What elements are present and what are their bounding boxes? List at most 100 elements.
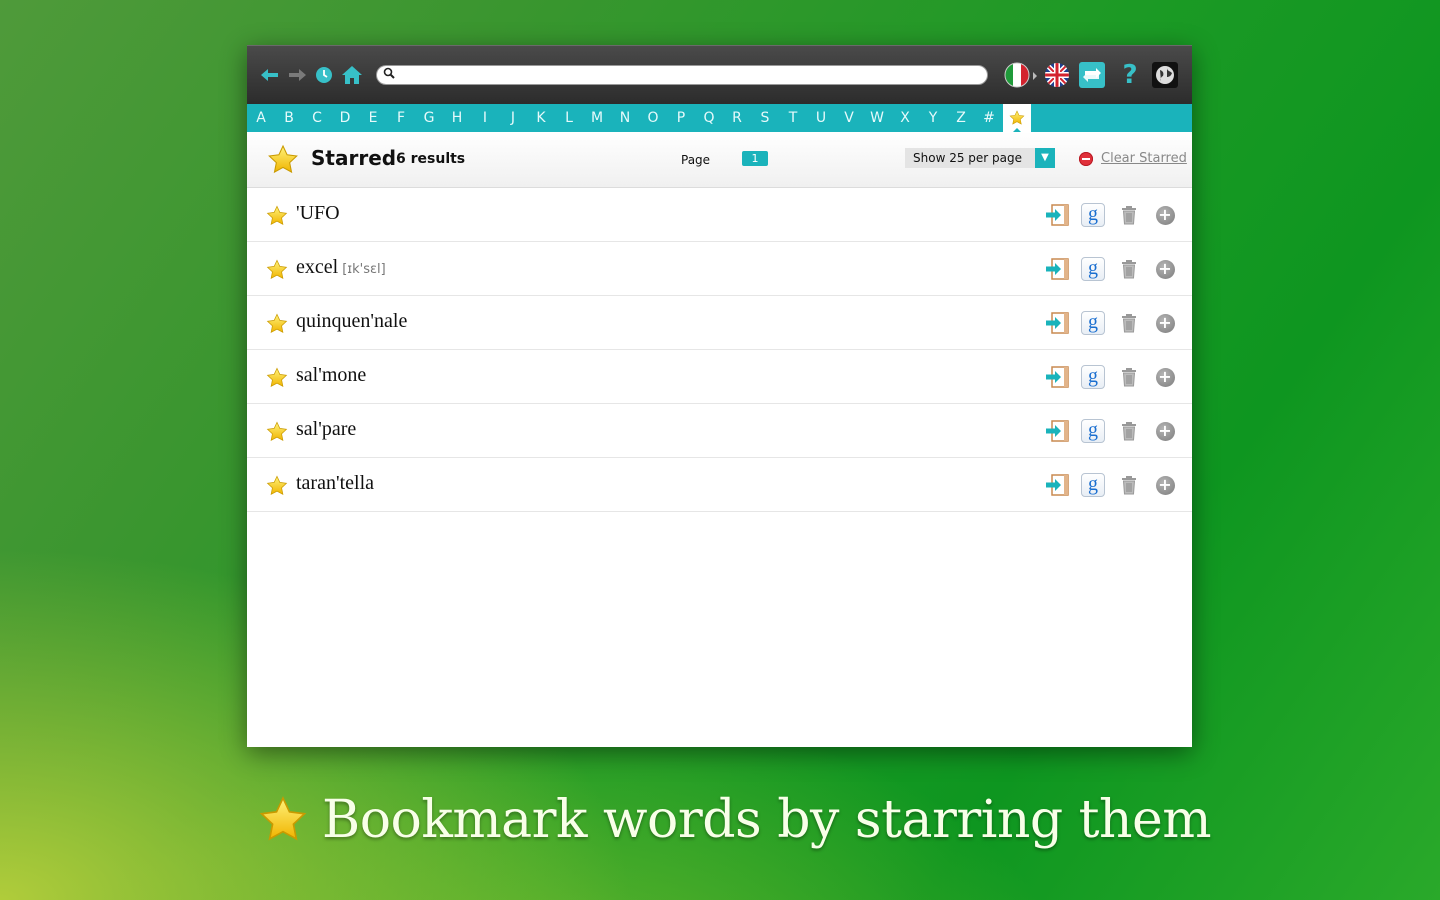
letter-tab-h[interactable]: H (443, 104, 471, 132)
google-search-icon[interactable]: g (1080, 472, 1106, 498)
uk-flag-icon[interactable] (1042, 62, 1072, 88)
list-item[interactable]: 'UFO g + (247, 188, 1192, 242)
google-search-icon[interactable]: g (1080, 418, 1106, 444)
letter-tab-m[interactable]: M (583, 104, 611, 132)
letter-tab-q[interactable]: Q (695, 104, 723, 132)
swap-languages-icon[interactable] (1079, 62, 1105, 88)
letter-tab-l[interactable]: L (555, 104, 583, 132)
list-item[interactable]: sal'mone g + (247, 350, 1192, 404)
trash-icon[interactable] (1116, 310, 1142, 336)
caption-star-icon (258, 795, 308, 845)
letter-tab-b[interactable]: B (275, 104, 303, 132)
row-actions: g + (1044, 310, 1178, 336)
add-icon[interactable]: + (1152, 310, 1178, 336)
word-entry[interactable]: excel [ɪk'sɛl] (296, 256, 386, 279)
word-text: excel (296, 256, 339, 278)
google-search-icon[interactable]: g (1080, 256, 1106, 282)
letter-tab-u[interactable]: U (807, 104, 835, 132)
open-entry-icon[interactable] (1044, 310, 1070, 336)
star-icon[interactable] (266, 475, 288, 497)
add-icon[interactable]: + (1152, 472, 1178, 498)
open-entry-icon[interactable] (1044, 256, 1070, 282)
open-entry-icon[interactable] (1044, 364, 1070, 390)
trash-icon[interactable] (1116, 472, 1142, 498)
chevron-down-icon[interactable]: ▼ (1035, 148, 1055, 168)
list-item[interactable]: sal'pare g + (247, 404, 1192, 458)
letter-tab-d[interactable]: D (331, 104, 359, 132)
star-icon[interactable] (266, 259, 288, 281)
letter-tab-g[interactable]: G (415, 104, 443, 132)
home-icon[interactable] (339, 62, 365, 88)
word-entry[interactable]: sal'mone (296, 364, 366, 387)
per-page-label: Show 25 per page (913, 151, 1022, 165)
letter-tab-e[interactable]: E (359, 104, 387, 132)
globe-icon[interactable] (1152, 62, 1178, 88)
row-actions: g + (1044, 364, 1178, 390)
trash-icon[interactable] (1116, 364, 1142, 390)
google-search-icon[interactable]: g (1080, 364, 1106, 390)
list-item[interactable]: taran'tella g + (247, 458, 1192, 512)
letter-tab-x[interactable]: X (891, 104, 919, 132)
letter-tab-c[interactable]: C (303, 104, 331, 132)
list-item[interactable]: excel [ɪk'sɛl] g + (247, 242, 1192, 296)
letter-tab-i[interactable]: I (471, 104, 499, 132)
open-entry-icon[interactable] (1044, 418, 1070, 444)
letter-tab-f[interactable]: F (387, 104, 415, 132)
letter-tab-hash[interactable]: # (975, 104, 1003, 132)
star-icon[interactable] (266, 421, 288, 443)
letter-tab-s[interactable]: S (751, 104, 779, 132)
letter-tab-n[interactable]: N (611, 104, 639, 132)
add-icon[interactable]: + (1152, 364, 1178, 390)
trash-icon[interactable] (1116, 418, 1142, 444)
word-entry[interactable]: sal'pare (296, 418, 356, 441)
forward-arrow-icon[interactable] (284, 62, 310, 88)
word-entry[interactable]: quinquen'nale (296, 310, 407, 333)
letter-tab-r[interactable]: R (723, 104, 751, 132)
letter-tab-k[interactable]: K (527, 104, 555, 132)
letter-tab-p[interactable]: P (667, 104, 695, 132)
back-arrow-icon[interactable] (257, 62, 283, 88)
open-entry-icon[interactable] (1044, 472, 1070, 498)
star-icon[interactable] (266, 313, 288, 335)
word-text: taran'tella (296, 472, 374, 494)
letter-tab-j[interactable]: J (499, 104, 527, 132)
trash-icon[interactable] (1116, 256, 1142, 282)
letter-tab-w[interactable]: W (863, 104, 891, 132)
clear-starred-link[interactable]: Clear Starred (1079, 151, 1187, 166)
row-actions: g + (1044, 418, 1178, 444)
page-number-button[interactable]: 1 (742, 151, 768, 166)
google-search-icon[interactable]: g (1080, 202, 1106, 228)
history-clock-icon[interactable] (311, 62, 337, 88)
letter-tab-v[interactable]: V (835, 104, 863, 132)
starred-tab[interactable] (1003, 104, 1031, 132)
star-icon[interactable] (266, 367, 288, 389)
letter-tab-o[interactable]: O (639, 104, 667, 132)
row-actions: g + (1044, 256, 1178, 282)
star-icon[interactable] (266, 205, 288, 227)
letter-tab-y[interactable]: Y (919, 104, 947, 132)
row-actions: g + (1044, 472, 1178, 498)
italian-flag-icon[interactable] (1002, 62, 1032, 88)
alphabet-bar: A B C D E F G H I J K L M N O P Q R S T U V W X Y Z # (247, 104, 1192, 132)
search-field[interactable] (376, 65, 988, 85)
search-icon (383, 66, 395, 84)
letter-tab-a[interactable]: A (247, 104, 275, 132)
letter-tab-z[interactable]: Z (947, 104, 975, 132)
word-text: 'UFO (296, 202, 340, 224)
word-entry[interactable]: 'UFO (296, 202, 340, 225)
letter-tab-t[interactable]: T (779, 104, 807, 132)
add-icon[interactable]: + (1152, 418, 1178, 444)
clear-starred-label: Clear Starred (1101, 151, 1187, 166)
help-icon[interactable]: ? (1117, 60, 1143, 90)
word-entry[interactable]: taran'tella (296, 472, 374, 495)
starred-header: Starred 6 results Page 1 Show 25 per pag… (247, 132, 1192, 188)
google-search-icon[interactable]: g (1080, 310, 1106, 336)
open-entry-icon[interactable] (1044, 202, 1070, 228)
toolbar: ? (247, 45, 1192, 104)
trash-icon[interactable] (1116, 202, 1142, 228)
list-item[interactable]: quinquen'nale g + (247, 296, 1192, 350)
per-page-select[interactable]: Show 25 per page ▼ (905, 148, 1055, 168)
search-input[interactable] (399, 67, 987, 83)
add-icon[interactable]: + (1152, 202, 1178, 228)
add-icon[interactable]: + (1152, 256, 1178, 282)
